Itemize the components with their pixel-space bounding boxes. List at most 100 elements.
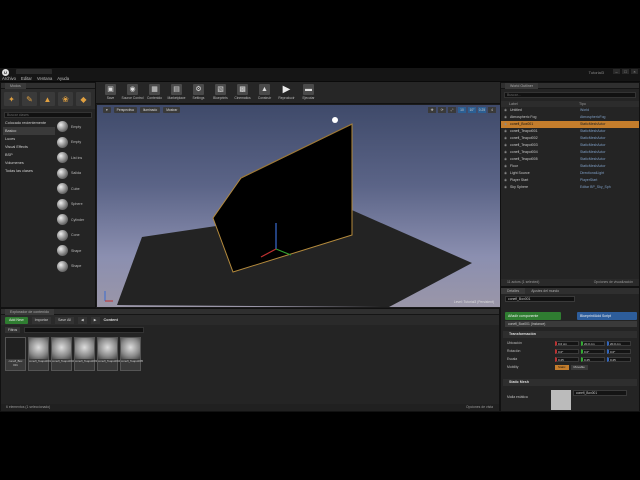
tab-world-outliner[interactable]: World Outliner (505, 83, 538, 89)
menu-archivo[interactable]: Archivo (2, 76, 16, 81)
level-tab[interactable] (16, 69, 52, 74)
content-path-breadcrumb[interactable]: Content (104, 318, 118, 322)
location-z-input[interactable]: 20.0 cm (607, 341, 631, 346)
forward-arrow-icon[interactable]: ▶ (90, 316, 100, 324)
grid-snap-value[interactable]: 10 (458, 107, 466, 113)
content-button[interactable]: ▦ Contenido (144, 82, 165, 104)
perspective-button[interactable]: Perspectiva (113, 107, 137, 113)
placeable-item[interactable]: Empty (57, 119, 95, 135)
placeable-item[interactable]: Shape (57, 243, 95, 259)
source-control-button[interactable]: ◉ Source Control (122, 82, 144, 104)
placeable-item[interactable]: Shape (57, 259, 95, 275)
rotation-y-input[interactable]: 0.0° (581, 349, 605, 354)
filters-button[interactable]: Filtros (5, 326, 21, 333)
outliner-row[interactable]: ◉ Floor StaticMeshActor (501, 163, 639, 170)
settings-button[interactable]: ⚙ Settings (188, 82, 209, 104)
actor-name-field[interactable]: conefl_Box001 (505, 296, 575, 302)
placeable-item[interactable]: Cylinder (57, 212, 95, 228)
outliner-row[interactable]: ◉ Player Start PlayerStart (501, 177, 639, 184)
component-row[interactable]: conefl_Box001 (Instance) (505, 321, 637, 327)
outliner-row[interactable]: ◉ conefl_Teapot001 StaticMeshActor (501, 128, 639, 135)
marketplace-button[interactable]: ▤ Marketplace (166, 82, 187, 104)
static-mesh-section[interactable]: Static Mesh (503, 379, 637, 386)
placeable-item[interactable]: Empty (57, 135, 95, 151)
rotation-x-input[interactable]: 0.0° (555, 349, 579, 354)
outliner-search-input[interactable]: Buscar... (504, 92, 636, 98)
landscape-mode-icon[interactable]: ▲ (40, 92, 55, 106)
outliner-row[interactable]: ◉ conefl_Teapot004 StaticMeshActor (501, 149, 639, 156)
scale-z-input[interactable]: 0.25 (607, 357, 631, 362)
placeable-item[interactable]: List ins (57, 150, 95, 166)
scale-y-input[interactable]: 0.25 (581, 357, 605, 362)
light-source-icon[interactable] (332, 117, 338, 123)
placeable-item[interactable]: Cone (57, 228, 95, 244)
transform-section[interactable]: Transformación (503, 331, 637, 338)
placeable-item[interactable]: Cube (57, 181, 95, 197)
asset-tile[interactable]: conefl_Box 001 (5, 337, 26, 371)
outliner-view-options[interactable]: Opciones de visualización (594, 279, 633, 286)
play-button[interactable]: ▶ Reproducir (276, 82, 297, 104)
category-visual-effects[interactable]: Visual Effects (3, 143, 55, 151)
rotate-mode-button[interactable]: ⟳ (438, 107, 446, 113)
save-button[interactable]: ▣ Save (100, 82, 121, 104)
tab-content-browser[interactable]: Explorador de contenido (5, 309, 54, 315)
close-icon[interactable]: × (631, 69, 638, 74)
static-mesh-thumbnail[interactable] (551, 390, 571, 410)
import-button[interactable]: Importar (31, 316, 51, 324)
tab-world-settings[interactable]: Ajustes del mundo (525, 288, 565, 294)
outliner-row[interactable]: ◉ conefl_Teapot003 StaticMeshActor (501, 142, 639, 149)
menu-editar[interactable]: Editar (21, 76, 32, 81)
modes-search-input[interactable]: Buscar clases (4, 112, 92, 118)
asset-tile[interactable]: conefl_Teapot005 (120, 337, 143, 371)
viewport-options-button[interactable]: ▾ (103, 107, 111, 113)
asset-tile[interactable]: conefl_Teapot002 (51, 337, 74, 371)
mobility-movable-toggle[interactable]: Movable (570, 365, 588, 370)
add-component-button[interactable]: Añadir componente (505, 312, 561, 320)
category-recent[interactable]: Colocado recientemente (3, 119, 55, 127)
build-button[interactable]: ▲ Construir (254, 82, 275, 104)
static-mesh-dropdown[interactable]: conefl_Box001 (573, 390, 627, 396)
asset-tile[interactable]: conefl_Teapot001 (28, 337, 51, 371)
add-new-button[interactable]: Add New (5, 316, 28, 324)
place-mode-icon[interactable]: ✦ (4, 92, 19, 106)
scale-mode-button[interactable]: ⤢ (448, 107, 456, 113)
back-arrow-icon[interactable]: ◀ (77, 316, 87, 324)
category-bsp[interactable]: BSP (3, 151, 55, 159)
outliner-row[interactable]: ◉ conefl_Box001 StaticMeshActor (501, 121, 639, 128)
placeable-item[interactable]: Sphere (57, 197, 95, 213)
location-x-input[interactable]: 0.0 cm (555, 341, 579, 346)
scale-snap-value[interactable]: 0.25 (478, 107, 486, 113)
show-button[interactable]: Mostrar (163, 107, 181, 113)
tab-details[interactable]: Detalles (501, 288, 526, 294)
cinematics-button[interactable]: ▩ Cinematics (232, 82, 253, 104)
launch-button[interactable]: ▬ Ejecutar (298, 82, 319, 104)
category-basic[interactable]: Basico (3, 127, 55, 135)
camera-speed-value[interactable]: 4 (488, 107, 496, 113)
blueprint-add-script-button[interactable]: Blueprint/Add Script (577, 312, 637, 320)
translate-mode-button[interactable]: ✥ (428, 107, 436, 113)
content-view-options[interactable]: Opciones de vista (466, 404, 493, 411)
outliner-row[interactable]: ◉ conefl_Teapot002 StaticMeshActor (501, 135, 639, 142)
tab-modos[interactable]: Modos (5, 83, 26, 89)
mobility-static-toggle[interactable]: Static (555, 365, 569, 370)
placeable-item[interactable]: Salida (57, 166, 95, 182)
category-volumes[interactable]: Volumenes (3, 159, 55, 167)
scale-x-input[interactable]: 0.25 (555, 357, 579, 362)
minimize-icon[interactable]: – (613, 69, 620, 74)
menu-ventana[interactable]: Ventana (37, 76, 52, 81)
asset-tile[interactable]: conefl_Teapot004 (97, 337, 120, 371)
category-lights[interactable]: Luces (3, 135, 55, 143)
paint-mode-icon[interactable]: ✎ (22, 92, 37, 106)
outliner-row[interactable]: ◉ Light Source DirectionalLight (501, 170, 639, 177)
outliner-row[interactable]: ◉ Sky Sphere Editar BP_Sky_Sph (501, 184, 639, 191)
rotation-z-input[interactable]: 0.0° (607, 349, 631, 354)
maximize-icon[interactable]: □ (622, 69, 629, 74)
lit-button[interactable]: Iluminado (139, 107, 161, 113)
menu-ayuda[interactable]: Ayuda (57, 76, 69, 81)
outliner-row[interactable]: ◉ Untitled World (501, 107, 639, 114)
blueprints-button[interactable]: ▧ Blueprints (210, 82, 231, 104)
asset-tile[interactable]: conefl_Teapot003 (74, 337, 97, 371)
geometry-mode-icon[interactable]: ◆ (76, 92, 91, 106)
save-all-button[interactable]: Save All (54, 316, 74, 324)
outliner-row[interactable]: ◉ Atmospheric Fog AtmosphericFog (501, 114, 639, 121)
